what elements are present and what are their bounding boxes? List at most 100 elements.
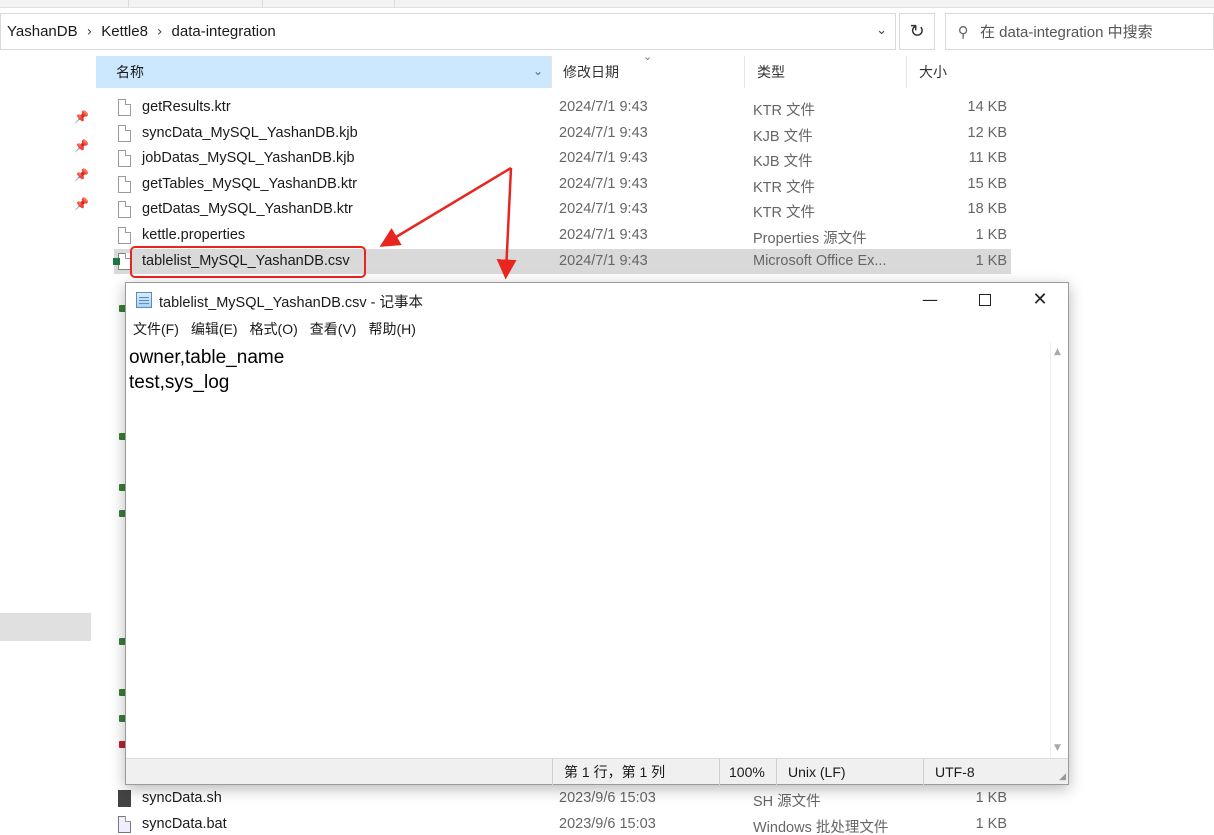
file-row[interactable]: getTables_MySQL_YashanDB.ktr 2024/7/1 9:… bbox=[114, 172, 1011, 198]
file-date: 2024/7/1 9:43 bbox=[559, 150, 648, 167]
file-row[interactable]: syncData.bat 2023/9/6 15:03 Windows 批处理文… bbox=[114, 812, 1011, 835]
file-date: 2024/7/1 9:43 bbox=[559, 252, 648, 269]
pin-icon[interactable]: 📌 bbox=[74, 139, 89, 153]
text-editor-area[interactable]: owner,table_name test,sys_log bbox=[126, 342, 1050, 758]
file-icon bbox=[118, 150, 131, 168]
window-title: tablelist_MySQL_YashanDB.csv - 记事本 bbox=[159, 295, 424, 311]
chevron-right-icon: › bbox=[156, 23, 163, 40]
file-date: 2024/7/1 9:43 bbox=[559, 227, 648, 243]
cursor-position: 第 1 行，第 1 列 bbox=[552, 759, 719, 785]
file-type: Properties 源文件 bbox=[753, 231, 867, 247]
scroll-up-icon[interactable]: ▲ bbox=[1054, 347, 1061, 357]
column-label: 大小 bbox=[919, 64, 947, 80]
search-icon: ⚲ bbox=[957, 22, 969, 41]
properties-file-icon bbox=[118, 227, 131, 244]
menu-view[interactable]: 查看(V) bbox=[309, 317, 358, 341]
notepad-icon bbox=[136, 292, 152, 308]
column-header-size[interactable]: 大小 bbox=[907, 56, 1015, 88]
vertical-scrollbar[interactable]: ▲ ▼ bbox=[1050, 342, 1068, 758]
resize-grip-icon[interactable]: ◢ bbox=[1059, 772, 1066, 782]
column-label: 名称 bbox=[116, 64, 144, 80]
file-size: 1 KB bbox=[975, 815, 1007, 832]
file-size: 14 KB bbox=[967, 99, 1008, 115]
nav-item-selected[interactable] bbox=[0, 613, 91, 641]
maximize-icon bbox=[979, 293, 991, 306]
file-name: syncData.sh bbox=[142, 790, 222, 806]
column-header-row: 名称 ⌄ 修改日期 类型 大小 bbox=[96, 56, 1016, 88]
file-type: Windows 批处理文件 bbox=[753, 819, 889, 835]
file-icon bbox=[118, 124, 131, 142]
zoom-level: 100% bbox=[719, 759, 776, 785]
file-type: KTR 文件 bbox=[753, 103, 816, 119]
file-row[interactable]: syncData_MySQL_YashanDB.kjb 2024/7/1 9:4… bbox=[114, 121, 1011, 147]
notepad-titlebar[interactable]: tablelist_MySQL_YashanDB.csv - 记事本 — ✕ bbox=[126, 283, 1068, 316]
file-date: 2024/7/1 9:43 bbox=[559, 99, 648, 115]
highlight-box bbox=[130, 246, 366, 278]
minimize-icon: — bbox=[922, 290, 938, 309]
file-row[interactable]: getResults.ktr 2024/7/1 9:43 KTR 文件 14 K… bbox=[114, 95, 1011, 121]
breadcrumb-item[interactable]: data-integration bbox=[172, 23, 276, 40]
file-size: 11 KB bbox=[968, 150, 1007, 167]
pin-icon[interactable]: 📌 bbox=[74, 110, 89, 124]
file-row[interactable]: jobDatas_MySQL_YashanDB.kjb 2024/7/1 9:4… bbox=[114, 146, 1011, 172]
file-date: 2024/7/1 9:43 bbox=[559, 124, 648, 141]
breadcrumb-item[interactable]: YashanDB bbox=[7, 23, 78, 40]
file-type: KTR 文件 bbox=[753, 205, 816, 222]
text-line: test,sys_log bbox=[129, 372, 230, 393]
column-header-date[interactable]: 修改日期 bbox=[551, 56, 745, 88]
file-date: 2023/9/6 15:03 bbox=[559, 815, 656, 832]
refresh-icon: ↻ bbox=[909, 21, 925, 42]
chevron-down-icon[interactable]: ⌄ bbox=[533, 64, 543, 78]
file-name: getResults.ktr bbox=[142, 99, 231, 115]
shell-script-icon bbox=[118, 790, 131, 807]
ribbon-divider bbox=[394, 0, 395, 8]
notepad-window: tablelist_MySQL_YashanDB.csv - 记事本 — ✕ 文… bbox=[125, 282, 1069, 785]
file-icon bbox=[118, 99, 131, 116]
file-date: 2024/7/1 9:43 bbox=[559, 175, 648, 192]
text-line: owner,table_name bbox=[129, 347, 285, 368]
encoding: UTF-8 bbox=[923, 759, 1068, 785]
pin-icon[interactable]: 📌 bbox=[74, 197, 89, 211]
address-bar[interactable]: YashanDB › Kettle8 › data-integration ⌄ bbox=[0, 13, 896, 50]
minimize-button[interactable]: — bbox=[907, 283, 953, 316]
maximize-button[interactable] bbox=[962, 283, 1008, 316]
menu-help[interactable]: 帮助(H) bbox=[367, 317, 416, 341]
refresh-button[interactable]: ↻ bbox=[899, 13, 935, 50]
file-size: 12 KB bbox=[967, 124, 1008, 141]
chevron-right-icon: › bbox=[86, 23, 93, 40]
file-type: KJB 文件 bbox=[753, 128, 813, 145]
search-placeholder: 在 data-integration 中搜索 bbox=[980, 24, 1153, 41]
menu-bar: 文件(F) 编辑(E) 格式(O) 查看(V) 帮助(H) bbox=[126, 316, 1068, 342]
menu-edit[interactable]: 编辑(E) bbox=[190, 317, 239, 341]
file-name: syncData_MySQL_YashanDB.kjb bbox=[142, 124, 358, 141]
close-icon: ✕ bbox=[1032, 289, 1048, 310]
column-header-type[interactable]: 类型 bbox=[745, 56, 907, 88]
file-row[interactable]: syncData.sh 2023/9/6 15:03 SH 源文件 1 KB bbox=[114, 786, 1011, 812]
file-name: getTables_MySQL_YashanDB.ktr bbox=[142, 175, 357, 192]
file-name: getDatas_MySQL_YashanDB.ktr bbox=[142, 201, 353, 218]
search-input[interactable]: ⚲ 在 data-integration 中搜索 bbox=[945, 13, 1214, 50]
file-size: 1 KB bbox=[975, 227, 1007, 243]
menu-file[interactable]: 文件(F) bbox=[132, 317, 180, 341]
file-date: 2023/9/6 15:03 bbox=[559, 790, 656, 806]
column-label: 修改日期 bbox=[563, 64, 619, 80]
ribbon-divider bbox=[128, 0, 129, 8]
file-type: SH 源文件 bbox=[753, 794, 821, 810]
menu-format[interactable]: 格式(O) bbox=[249, 317, 299, 341]
file-date: 2024/7/1 9:43 bbox=[559, 201, 648, 218]
breadcrumb-item[interactable]: Kettle8 bbox=[101, 23, 148, 40]
column-label: 类型 bbox=[757, 64, 785, 80]
ribbon-divider bbox=[262, 0, 263, 8]
batch-file-icon bbox=[118, 815, 131, 833]
pin-icon[interactable]: 📌 bbox=[74, 168, 89, 182]
close-button[interactable]: ✕ bbox=[1017, 283, 1063, 316]
file-row[interactable]: kettle.properties 2024/7/1 9:43 Properti… bbox=[114, 223, 1011, 249]
column-header-name[interactable]: 名称 ⌄ bbox=[96, 56, 552, 88]
chevron-down-icon[interactable]: ⌄ bbox=[876, 23, 887, 38]
file-name: jobDatas_MySQL_YashanDB.kjb bbox=[142, 150, 355, 167]
file-size: 1 KB bbox=[975, 790, 1007, 806]
ribbon-remnant bbox=[0, 0, 1214, 8]
scroll-down-icon[interactable]: ▼ bbox=[1054, 743, 1061, 753]
file-row[interactable]: getDatas_MySQL_YashanDB.ktr 2024/7/1 9:4… bbox=[114, 197, 1011, 223]
file-type: Microsoft Office Ex... bbox=[753, 252, 887, 269]
